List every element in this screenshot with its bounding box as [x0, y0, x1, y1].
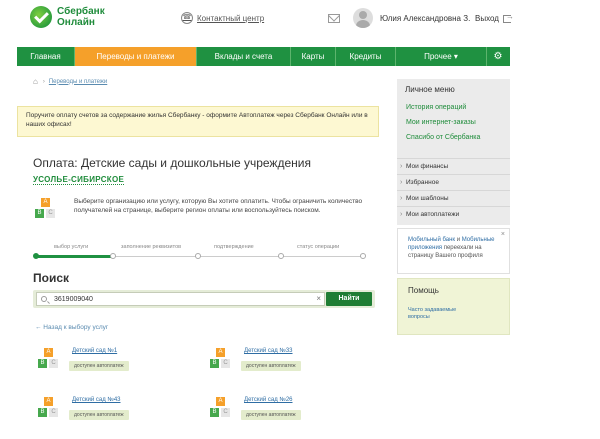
step-dot-1 [33, 253, 39, 259]
nav-item-other[interactable]: Прочее ▾ [396, 47, 487, 66]
search-icon [41, 296, 47, 302]
abc-icon: A B C [38, 348, 60, 370]
sidebar-link-history[interactable]: История операций [406, 104, 466, 111]
avatar[interactable] [353, 8, 373, 28]
sberbank-logo[interactable]: Сбербанк Онлайн [30, 6, 105, 28]
breadcrumb-current[interactable]: Переводы и платежи [49, 79, 107, 85]
abc-icon: A B C [35, 198, 57, 220]
search-input-wrap: × [36, 292, 325, 306]
search-box: × Найти [33, 290, 375, 308]
phone-icon: ☎ [181, 12, 193, 24]
sidebar-item-finances[interactable]: Мои финансы [397, 158, 510, 174]
step-label-3: подтверждение [214, 244, 254, 250]
step-label-2: заполнение реквизитов [121, 244, 182, 250]
clear-icon[interactable]: × [316, 294, 321, 303]
mail-icon[interactable] [328, 14, 340, 23]
contact-center-label: Контактный центр [197, 13, 265, 23]
user-name[interactable]: Юлия Александровна З. [380, 14, 470, 23]
nav-item-deposits[interactable]: Вклады и счета [197, 47, 291, 66]
abc-icon: A B C [210, 397, 232, 419]
logo-text: Сбербанк Онлайн [57, 6, 105, 28]
autopay-badge: доступен автоплатеж [241, 361, 301, 371]
result-item[interactable]: A B C Детский сад №26 доступен автоплате… [207, 397, 347, 427]
nav-item-credits[interactable]: Кредиты [336, 47, 396, 66]
mobile-bank-promo: × Мобильный банк и Мобильные приложения … [397, 228, 510, 274]
mobile-bank-link[interactable]: Мобильный банк [408, 237, 455, 243]
sidebar-link-spasibo[interactable]: Спасибо от Сбербанка [406, 134, 480, 141]
logout-icon [502, 12, 514, 23]
contact-center-link[interactable]: ☎ Контактный центр [181, 12, 264, 24]
logout-button[interactable]: Выход [475, 12, 514, 24]
sidebar-item-favorites[interactable]: Избранное [397, 174, 510, 190]
result-item[interactable]: A B C Детский сад №33 доступен автоплате… [207, 348, 347, 378]
hint-text: Выберите организацию или услугу, которую… [74, 198, 363, 214]
result-item[interactable]: A B C Детский сад №1 доступен автоплатеж [35, 348, 175, 378]
page-title: Оплата: Детские сады и дошкольные учрежд… [33, 156, 311, 170]
logo-line2: Онлайн [57, 17, 95, 28]
breadcrumb-separator: › [42, 78, 45, 85]
abc-icon: A B C [210, 348, 232, 370]
region-selector[interactable]: УСОЛЬЕ-СИБИРСКОЕ [33, 175, 125, 185]
home-icon[interactable]: ⌂ [33, 77, 38, 86]
result-title[interactable]: Детский сад №1 [72, 348, 117, 354]
search-title: Поиск [33, 271, 70, 285]
nav-item-home[interactable]: Главная [17, 47, 75, 66]
search-input[interactable] [54, 295, 314, 303]
logo-line1: Сбербанк [57, 6, 105, 17]
step-label-4: статус операции [297, 244, 340, 250]
personal-menu-heading: Личное меню [405, 85, 455, 94]
result-title[interactable]: Детский сад №43 [72, 397, 121, 403]
breadcrumb: ⌂ › Переводы и платежи [33, 77, 107, 86]
steps-track-active [35, 255, 113, 258]
personal-menu: Личное меню История операций Мои интерне… [397, 79, 510, 225]
sidebar-item-templates[interactable]: Мои шаблоны [397, 190, 510, 206]
step-label-1: выбор услуги [54, 244, 89, 250]
sberbank-logo-icon [30, 6, 52, 28]
help-heading: Помощь [408, 286, 439, 295]
step-dot-3 [195, 253, 201, 259]
abc-icon: A B C [38, 397, 60, 419]
promo-and: и [455, 237, 462, 243]
result-title[interactable]: Детский сад №33 [244, 348, 293, 354]
close-icon[interactable]: × [501, 231, 505, 239]
autopay-notice: Поручите оплату счетов за содержание жил… [17, 106, 379, 137]
top-header: Сбербанк Онлайн ☎ Контактный центр Юлия … [0, 0, 600, 42]
help-panel: Помощь Часто задаваемые вопросы [397, 278, 510, 335]
result-item[interactable]: A B C Детский сад №43 доступен автоплате… [35, 397, 175, 427]
faq-link[interactable]: Часто задаваемые вопросы [408, 307, 478, 321]
step-dot-4 [278, 253, 284, 259]
back-to-services-link[interactable]: ← Назад к выбору услуг [35, 324, 108, 331]
step-dot-2 [110, 253, 116, 259]
logout-label: Выход [475, 14, 499, 23]
autopay-badge: доступен автоплатеж [69, 361, 129, 371]
sidebar-link-orders[interactable]: Мои интернет-заказы [406, 119, 476, 126]
nav-item-transfers[interactable]: Переводы и платежи [75, 47, 197, 66]
progress-steps [33, 252, 366, 262]
step-dot-5 [360, 253, 366, 259]
sidebar-item-autopayments[interactable]: Мои автоплатежи [397, 206, 510, 222]
gear-icon[interactable]: ⚙ [487, 47, 509, 66]
autopay-badge: доступен автоплатеж [69, 410, 129, 420]
nav-item-cards[interactable]: Карты [291, 47, 336, 66]
autopay-badge: доступен автоплатеж [241, 410, 301, 420]
find-button[interactable]: Найти [326, 292, 372, 306]
main-nav: Главная Переводы и платежи Вклады и счет… [17, 47, 510, 66]
result-title[interactable]: Детский сад №26 [244, 397, 293, 403]
sidebar: Личное меню История операций Мои интерне… [397, 79, 510, 225]
